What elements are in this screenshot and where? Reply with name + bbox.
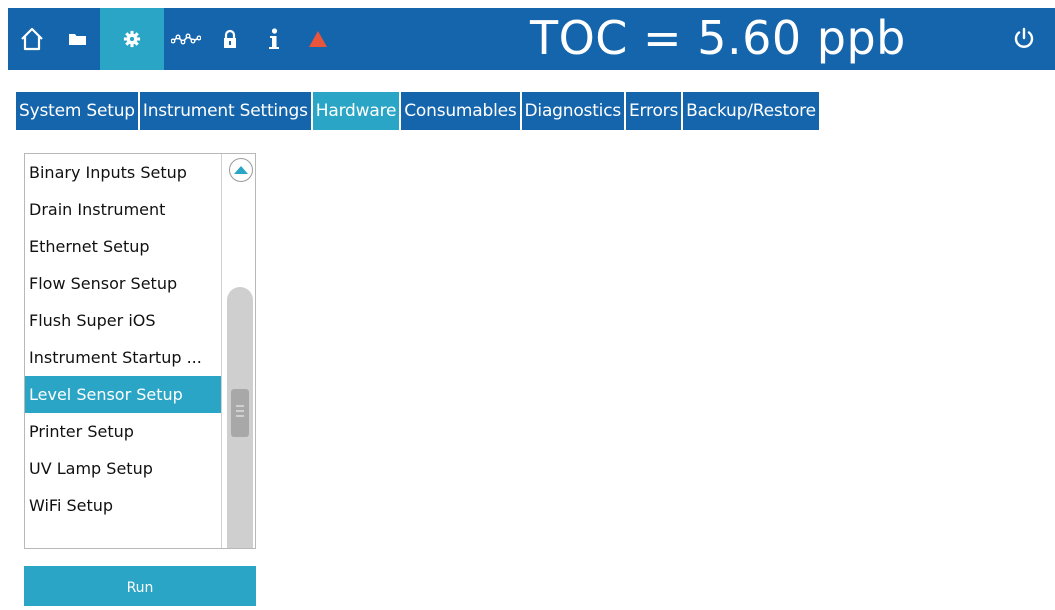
grip-icon [231, 389, 249, 437]
list-item[interactable]: Instrument Startup ... [25, 339, 222, 376]
top-toolbar: TOC = 5.60 ppb [8, 8, 1055, 70]
tab-backup-restore[interactable]: Backup/Restore [683, 92, 819, 130]
trend-icon [171, 33, 201, 45]
gear-icon [123, 30, 141, 48]
alarm-button[interactable] [296, 8, 340, 70]
tab-instrument-settings[interactable]: Instrument Settings [139, 92, 311, 130]
tab-system-setup[interactable]: System Setup [16, 92, 138, 130]
lock-icon [224, 29, 236, 48]
power-icon [1014, 27, 1034, 48]
list-item[interactable]: WiFi Setup [25, 487, 222, 524]
folder-icon [69, 34, 86, 45]
list-item[interactable]: Flow Sensor Setup [25, 265, 222, 302]
run-button[interactable]: Run [24, 566, 256, 606]
tab-bar: System Setup Instrument Settings Hardwar… [16, 92, 819, 130]
warning-icon [309, 31, 327, 47]
tab-errors[interactable]: Errors [626, 92, 682, 130]
list-scrollbar[interactable] [221, 154, 255, 548]
settings-button[interactable] [100, 8, 164, 70]
list-item[interactable]: Flush Super iOS [25, 302, 222, 339]
home-button[interactable] [8, 8, 56, 70]
hardware-list[interactable]: Binary Inputs Setup Drain Instrument Eth… [24, 153, 256, 549]
scrollbar-thumb[interactable] [227, 287, 253, 548]
home-icon [21, 27, 43, 51]
tab-consumables[interactable]: Consumables [401, 92, 520, 130]
scroll-up-button[interactable] [229, 158, 253, 182]
chevron-up-icon [234, 166, 248, 174]
list-item-selected[interactable]: Level Sensor Setup [25, 376, 222, 413]
toc-reading: TOC = 5.60 ppb [530, 11, 906, 65]
list-item[interactable]: UV Lamp Setup [25, 450, 222, 487]
info-button[interactable] [252, 8, 296, 70]
list-item[interactable]: Printer Setup [25, 413, 222, 450]
list-item[interactable]: Drain Instrument [25, 191, 222, 228]
info-icon [269, 28, 279, 49]
list-item[interactable]: Ethernet Setup [25, 228, 222, 265]
tab-diagnostics[interactable]: Diagnostics [521, 92, 624, 130]
lock-button[interactable] [208, 8, 252, 70]
folder-button[interactable] [56, 8, 100, 70]
power-button[interactable] [1007, 8, 1041, 70]
list-item[interactable]: Binary Inputs Setup [25, 154, 222, 191]
trend-button[interactable] [164, 8, 208, 70]
tab-hardware[interactable]: Hardware [312, 92, 400, 130]
